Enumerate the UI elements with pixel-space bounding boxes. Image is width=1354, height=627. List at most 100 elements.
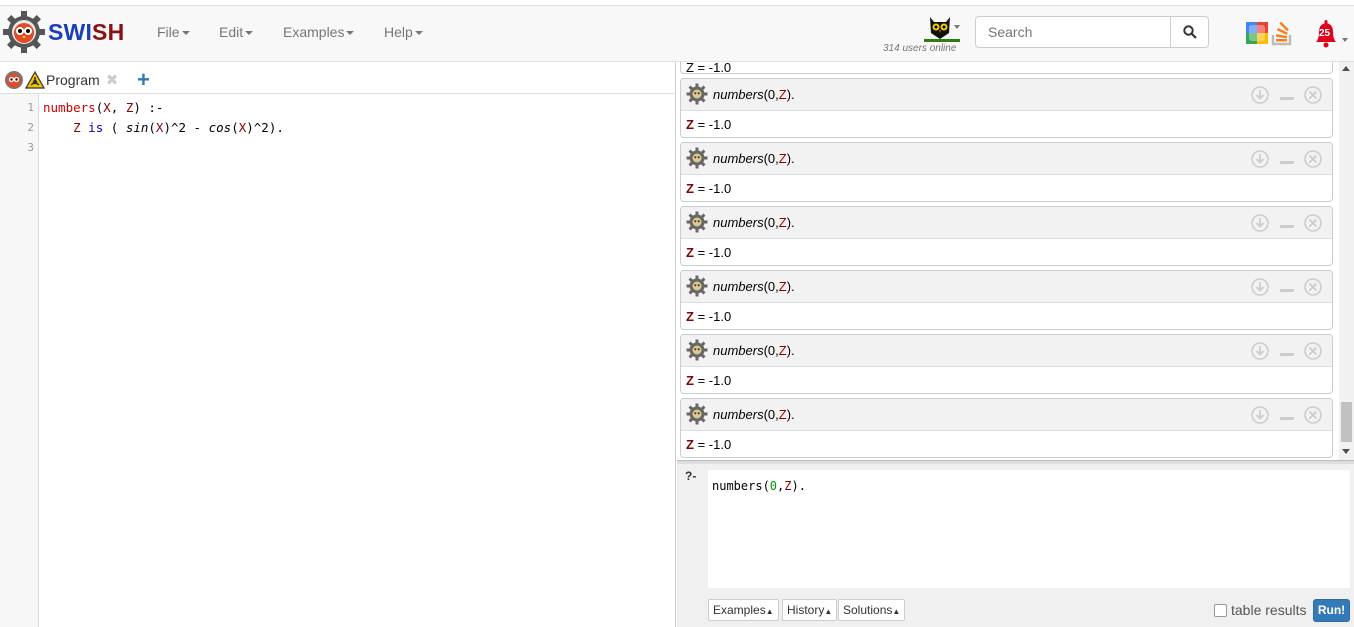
query-prompt: ?- <box>685 469 697 483</box>
warning-icon <box>25 71 45 89</box>
menu-edit-label: Edit <box>219 24 244 40</box>
answer-header: numbers(0,Z). <box>681 399 1332 431</box>
menu-examples[interactable]: Examples <box>283 24 355 40</box>
answer-query-close: ). <box>786 215 795 230</box>
answer-query-args: (0, <box>763 407 779 422</box>
download-icon[interactable] <box>1251 278 1269 296</box>
answer-result-value: = -1.0 <box>693 309 732 324</box>
code-line-2[interactable]: Z is ( sin(X)^2 - cos(X)^2). <box>43 120 284 135</box>
run-button[interactable]: Run! <box>1313 599 1350 622</box>
answer-result-value: = -1.0 <box>693 373 732 388</box>
answer-result: Z = -1.0 <box>686 309 731 324</box>
tab-program-label: Program <box>46 72 100 88</box>
close-icon[interactable]: ✖ <box>106 71 119 89</box>
answer-query-args: (0, <box>763 279 779 294</box>
answer-result: Z = -1.0 <box>686 373 731 388</box>
search-icon <box>1182 25 1197 39</box>
examples-button[interactable]: Examples▲ <box>708 599 779 621</box>
menu-file[interactable]: File <box>157 24 190 40</box>
add-tab-icon[interactable]: + <box>137 67 150 93</box>
notifications[interactable]: 25 <box>1312 18 1352 50</box>
gear-icon <box>686 211 708 233</box>
answer-query-fn: numbers <box>713 343 764 358</box>
answer-result: Z = -1.0 <box>686 181 731 196</box>
bell-icon <box>1316 20 1348 48</box>
history-button[interactable]: History▲ <box>782 599 838 621</box>
query-input[interactable]: numbers(0,Z). <box>708 470 1350 588</box>
answer-result-value: = -1.0 <box>693 181 732 196</box>
answer-query-var: Z <box>778 407 787 422</box>
download-icon[interactable] <box>1251 406 1269 424</box>
query-text: numbers(0,Z). <box>712 479 806 493</box>
answer-query: numbers(0,Z). <box>713 151 795 166</box>
google-login-icon[interactable] <box>1246 22 1268 44</box>
swish-gear-logo-icon <box>3 11 45 53</box>
stackoverflow-login-icon[interactable] <box>1270 20 1294 46</box>
menu-help-label: Help <box>384 24 413 40</box>
tab-program[interactable]: Program ✖ <box>4 66 118 94</box>
close-icon[interactable] <box>1304 406 1322 424</box>
answer-result: Z = -1.0 <box>686 437 731 452</box>
answer-query-var: Z <box>778 215 787 230</box>
gear-icon <box>686 339 708 361</box>
solutions-button[interactable]: Solutions▲ <box>838 599 906 621</box>
search-input[interactable] <box>975 16 1171 48</box>
answer-query-fn: numbers <box>713 151 764 166</box>
solutions-button-label: Solutions <box>843 603 893 617</box>
download-icon[interactable] <box>1251 342 1269 360</box>
code-line-3[interactable] <box>43 140 51 155</box>
close-icon[interactable] <box>1304 342 1322 360</box>
answer-query-close: ). <box>786 343 795 358</box>
download-icon[interactable] <box>1251 150 1269 168</box>
download-icon[interactable] <box>1251 214 1269 232</box>
close-icon[interactable] <box>1304 214 1322 232</box>
answer-query: numbers(0,Z). <box>713 343 795 358</box>
table-results-option[interactable]: table results <box>1214 602 1306 618</box>
close-icon[interactable] <box>1304 150 1322 168</box>
answer-result-value: = -1.0 <box>693 245 732 260</box>
answers-scrollbar[interactable] <box>1339 62 1354 460</box>
answer-block: numbers(0,Z). Z = -1.0 <box>680 142 1333 202</box>
notification-count: 25 <box>1319 28 1331 39</box>
gear-icon <box>686 403 708 425</box>
minimize-icon[interactable] <box>1278 342 1296 360</box>
query-text-var: Z <box>784 479 792 493</box>
answer-header: numbers(0,Z). <box>681 335 1332 367</box>
brand-logo[interactable]: SWISH <box>2 10 124 54</box>
minimize-icon[interactable] <box>1278 150 1296 168</box>
line-number: 1 <box>27 101 34 114</box>
minimize-icon[interactable] <box>1278 406 1296 424</box>
table-results-checkbox[interactable] <box>1214 603 1227 617</box>
caret-up-icon: ▲ <box>765 607 774 616</box>
answer-query-args: (0, <box>763 87 779 102</box>
table-results-label: table results <box>1231 602 1307 618</box>
code-line-1[interactable]: numbers(X, Z) :- <box>43 100 163 115</box>
minimize-icon[interactable] <box>1278 86 1296 104</box>
answer-result: Z = -1.0 <box>686 245 731 260</box>
scrollbar-thumb[interactable] <box>1341 402 1352 442</box>
menu-examples-label: Examples <box>283 24 345 40</box>
minimize-icon[interactable] <box>1278 214 1296 232</box>
search-button[interactable] <box>1170 16 1209 48</box>
scroll-down-icon[interactable] <box>1342 449 1350 454</box>
query-text-fn: numbers( <box>712 479 770 493</box>
line-number-gutter: 1 2 3 <box>0 94 39 627</box>
swish-owl-icon <box>5 71 23 89</box>
menu-help[interactable]: Help <box>384 24 423 40</box>
answer-header: numbers(0,Z). <box>681 143 1332 175</box>
answer-query-close: ). <box>786 87 795 102</box>
answer-result-var: Z <box>686 245 694 260</box>
program-editor-pane: Program ✖ + 1 2 3 numbers(X, Z) :- Z is … <box>0 62 676 627</box>
scroll-up-icon[interactable] <box>1342 66 1350 71</box>
answer-result-var: Z <box>686 117 694 132</box>
answer-query-args: (0, <box>763 151 779 166</box>
download-icon[interactable] <box>1251 86 1269 104</box>
gear-icon <box>686 275 708 297</box>
answer-block-partial: Z = -1.0 <box>680 62 1333 75</box>
menu-edit[interactable]: Edit <box>219 24 254 40</box>
minimize-icon[interactable] <box>1278 278 1296 296</box>
answer-block: numbers(0,Z). Z = -1.0 <box>680 334 1333 394</box>
close-icon[interactable] <box>1304 278 1322 296</box>
answer-query-args: (0, <box>763 343 779 358</box>
close-icon[interactable] <box>1304 86 1322 104</box>
